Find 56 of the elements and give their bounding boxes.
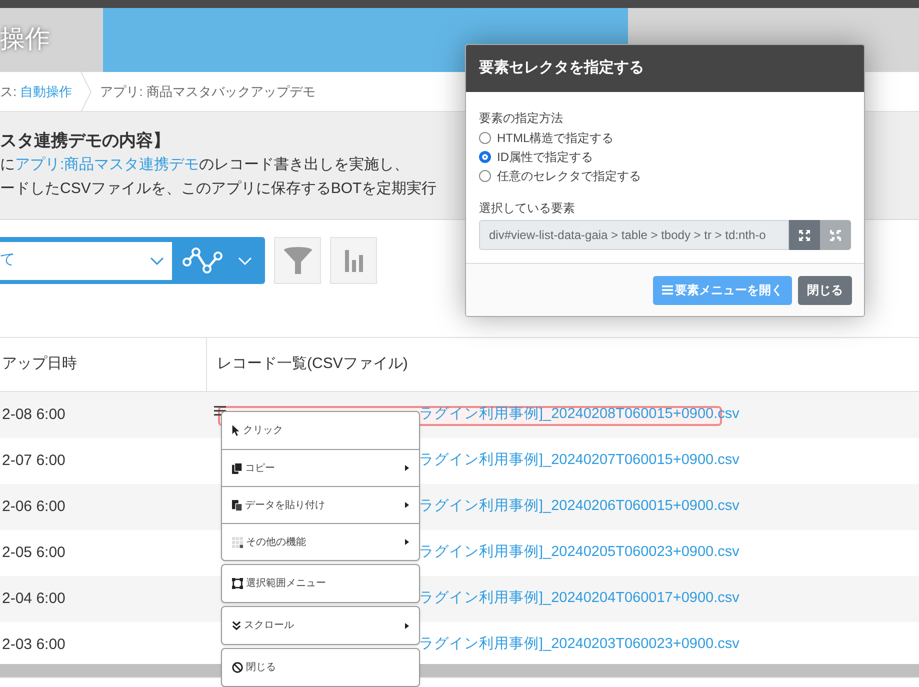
field-label: 選択している要素 [479,200,576,217]
file-link[interactable]: ラグイン利用事例]_20240207T060015+0900.csv [419,450,740,472]
selection-icon [232,578,243,589]
chevron-down-icon [150,256,164,264]
page-title: 操作 [0,24,50,56]
view-select[interactable]: て [0,242,172,280]
menu-item[interactable]: クリック [222,412,419,449]
paste-icon [232,500,242,510]
table-cell-text: 2-05 6:00 [1,542,66,563]
radio-option[interactable]: 任意のセレクタで指定する [479,166,851,185]
table-cell-text: 2-06 6:00 [1,496,66,517]
dialog-title: 要素セレクタを指定する [479,58,644,78]
file-link[interactable]: ラグイン利用事例]_20240203T060023+0900.csv [419,634,740,656]
expand-button[interactable] [789,220,820,250]
radio-button[interactable] [479,170,491,182]
file-link[interactable]: ラグイン利用事例]_20240205T060023+0900.csv [419,542,740,564]
menu-item[interactable]: 閉じる [222,649,419,686]
double-chevron-icon [232,621,241,630]
column-header: レコード一覧(CSVファイル) [216,354,409,374]
radio-option[interactable]: ID属性で指定する [479,147,851,166]
description-text: にアプリ:商品マスタ連携デモのレコード書き出しを実施し、 [0,155,410,175]
graph-button[interactable] [330,237,377,284]
ban-icon [232,662,243,673]
field-label: 要素の指定方法 [479,110,564,127]
menu-item[interactable]: コピー [222,449,419,486]
link[interactable]: 自動操作 [20,84,72,99]
collapse-icon [830,230,842,240]
selector-field[interactable]: div#view-list-data-gaia > table > tbody > tr > td:nth-o [479,220,790,250]
menu-item[interactable]: その他の機能 [222,523,419,560]
table-cell-text: 2-03 6:00 [1,634,66,655]
radio-button[interactable] [479,132,491,144]
dialog-button[interactable]: 閉じる [798,276,852,304]
menu-item[interactable]: スクロール [222,607,419,644]
menu-icon [662,285,673,295]
radio-button[interactable] [479,150,491,162]
cursor-icon [232,425,240,436]
filter-button[interactable] [274,237,321,284]
expand-icon [799,230,810,240]
table-cell-text: 2-08 6:00 [1,404,66,425]
table-cell-text: 2-04 6:00 [1,588,66,609]
breadcrumb-item[interactable]: アプリ: 商品マスタバックアップデモ [100,82,316,102]
copy-icon [232,462,242,474]
description-title: スタ連携デモの内容】 [0,130,170,152]
column-header: アップ日時 [0,338,207,391]
radio-option[interactable]: HTML構造で指定する [479,128,851,147]
breadcrumb-item[interactable]: ス: 自動操作 [0,82,72,102]
line-graph-icon [182,246,224,274]
menu-item[interactable]: 選択範囲メニュー [222,565,419,602]
chevron-down-icon [238,256,252,264]
menu-item[interactable]: データを貼り付け [222,486,419,523]
table-cell-text: 2-07 6:00 [1,450,66,471]
filter-icon [282,246,312,274]
bar-chart-icon [344,250,364,272]
grid-icon [232,536,243,548]
collapse-button[interactable] [820,220,851,250]
description-text: ードしたCSVファイルを、このアプリに保存するBOTを定期実行 [0,179,437,199]
